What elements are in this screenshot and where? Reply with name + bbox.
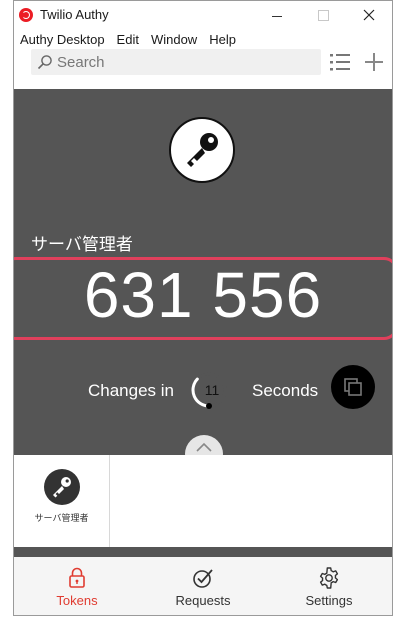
countdown-timer: 11 [191, 372, 227, 409]
token-name: サーバ管理者 [31, 235, 133, 255]
app-window: Twilio Authy Authy Desktop Edit Window H… [13, 0, 393, 616]
menu-window[interactable]: Window [151, 32, 197, 47]
title-bar[interactable]: Twilio Authy [14, 1, 392, 29]
token-panel: サーバ管理者 631 556 Changes in 11 Seconds [14, 89, 392, 473]
authy-logo-icon [19, 8, 33, 22]
copy-button[interactable] [331, 365, 375, 409]
seconds-label: Seconds [252, 381, 319, 400]
check-circle-icon [193, 569, 213, 588]
changes-in-label: Changes in [88, 381, 175, 400]
tab-tokens[interactable]: Tokens [14, 557, 140, 615]
token-tile[interactable]: サーバ管理者 [14, 455, 110, 547]
tab-requests[interactable]: Requests [140, 557, 266, 615]
key-icon [53, 477, 71, 498]
tab-settings-label: Settings [305, 593, 353, 608]
search-row [14, 49, 392, 89]
token-tile-label: サーバ管理者 [34, 514, 89, 524]
minimize-icon [272, 15, 282, 17]
search-icon [37, 55, 52, 70]
divider-bar [14, 547, 392, 557]
maximize-button[interactable] [300, 1, 346, 29]
code-highlight-frame [14, 257, 392, 340]
close-button[interactable] [346, 1, 392, 29]
minimize-button[interactable] [254, 1, 300, 29]
menu-bar: Authy Desktop Edit Window Help [14, 29, 392, 49]
copy-icon [344, 378, 362, 396]
tab-requests-label: Requests [175, 593, 231, 608]
tab-tokens-label: Tokens [56, 593, 98, 608]
search-box[interactable] [31, 49, 321, 75]
token-logo [169, 117, 235, 183]
token-list: サーバ管理者 [14, 455, 392, 547]
gear-icon [319, 567, 339, 589]
search-input[interactable] [57, 52, 312, 72]
close-icon [363, 9, 375, 21]
token-tile-logo [44, 469, 80, 505]
lock-icon [69, 567, 85, 588]
menu-edit[interactable]: Edit [117, 32, 139, 47]
chevron-up-icon [196, 442, 212, 452]
menu-help[interactable]: Help [209, 32, 236, 47]
maximize-icon [317, 9, 329, 21]
list-view-icon[interactable] [329, 51, 351, 73]
menu-authy-desktop[interactable]: Authy Desktop [20, 32, 105, 47]
countdown-dot [206, 403, 212, 409]
tab-settings[interactable]: Settings [266, 557, 392, 615]
window-title: Twilio Authy [40, 7, 109, 22]
add-icon[interactable] [363, 51, 385, 73]
countdown-seconds: 11 [205, 382, 220, 398]
key-icon [187, 133, 218, 167]
bottom-nav: Tokens Requests Settings [14, 557, 392, 615]
